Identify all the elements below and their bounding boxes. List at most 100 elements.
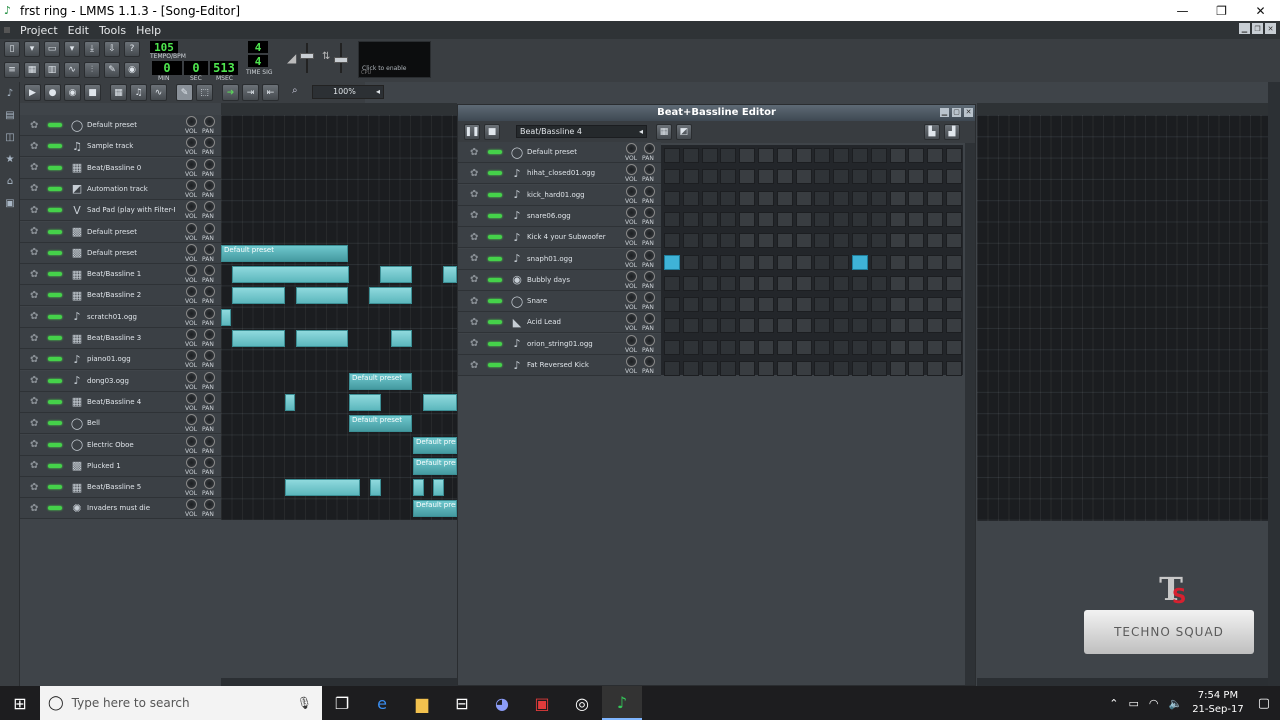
song-track-row[interactable]: ✿ ✺ Invaders must die VOL PAN — [20, 498, 221, 520]
beat-step[interactable] — [889, 254, 906, 270]
beat-step[interactable] — [908, 211, 925, 227]
bb-track-row[interactable]: ✿ ♪ orion_string01.ogg VOL PAN — [458, 333, 661, 355]
gear-icon[interactable]: ✿ — [30, 354, 40, 365]
beat-step[interactable] — [682, 297, 699, 313]
song-track-row[interactable]: ✿ ▦ Beat/Bassline 3 VOL PAN — [20, 328, 221, 349]
discord-icon[interactable]: ◕ — [482, 686, 522, 720]
gear-icon[interactable]: ✿ — [470, 210, 480, 221]
track-name[interactable]: Plucked 1 — [87, 462, 175, 470]
bb-add-track-icon[interactable]: ▦ — [656, 124, 672, 140]
track-name[interactable]: scratch01.ogg — [87, 313, 175, 321]
volume-knob[interactable] — [186, 371, 197, 383]
track-name[interactable]: Sample track — [87, 142, 175, 150]
pattern-clip[interactable] — [232, 287, 285, 305]
beat-step[interactable] — [682, 318, 699, 334]
track-name[interactable]: piano01.ogg — [87, 355, 175, 363]
beat-step[interactable] — [664, 297, 680, 313]
pan-knob[interactable] — [644, 356, 655, 367]
timesig-denominator[interactable]: 4 — [248, 55, 268, 68]
gear-icon[interactable]: ✿ — [30, 375, 40, 386]
mute-toggle[interactable] — [48, 293, 62, 298]
beat-step[interactable] — [776, 169, 793, 185]
bb-track-row[interactable]: ✿ ♪ hihat_closed01.ogg VOL PAN — [458, 163, 661, 185]
pattern-clip[interactable] — [232, 330, 285, 347]
song-horizontal-scrollbar[interactable] — [221, 678, 457, 686]
beat-step[interactable] — [833, 190, 850, 206]
mute-toggle[interactable] — [48, 144, 62, 149]
mute-toggle[interactable] — [48, 165, 62, 170]
volume-knob[interactable] — [186, 435, 197, 447]
song-track-row[interactable]: ✿ ♪ dong03.ogg VOL PAN — [20, 370, 221, 392]
track-name[interactable]: Default preset — [87, 121, 175, 129]
volume-knob[interactable] — [186, 243, 197, 255]
gear-icon[interactable]: ✿ — [470, 189, 480, 200]
bb-track-name[interactable]: Default preset — [527, 148, 623, 156]
volume-knob[interactable] — [626, 206, 637, 218]
beat-step[interactable] — [833, 297, 850, 313]
bb-track-row[interactable]: ✿ ♪ Fat Reversed Kick VOL PAN — [458, 355, 661, 376]
song-track-row[interactable]: ✿ ▦ Beat/Bassline 4 VOL PAN — [20, 391, 221, 413]
beat-step[interactable] — [682, 275, 699, 291]
beat-step[interactable] — [795, 275, 812, 291]
beat-step[interactable] — [758, 233, 774, 249]
beat-step[interactable] — [814, 169, 831, 185]
beat-step[interactable] — [852, 361, 868, 376]
track-name[interactable]: Beat/Bassline 3 — [87, 334, 175, 342]
store-icon[interactable]: ⊟ — [442, 686, 482, 720]
beat-step[interactable] — [664, 233, 680, 249]
red-app-icon[interactable]: ▣ — [522, 686, 562, 720]
bb-stop-icon[interactable]: ■ — [484, 124, 500, 140]
pan-knob[interactable] — [204, 201, 215, 213]
track-name[interactable]: Beat/Bassline 0 — [87, 164, 175, 172]
beat-step[interactable] — [776, 211, 793, 227]
bb-track-name[interactable]: orion_string01.ogg — [527, 340, 623, 348]
track-name[interactable]: Sad Pad (play with Filter-R — [87, 206, 175, 214]
gear-icon[interactable]: ✿ — [30, 162, 40, 173]
taskbar-search-box[interactable]: ◯ Type here to search 🎙 — [40, 686, 322, 720]
beat-step[interactable] — [889, 169, 906, 185]
beat-step[interactable] — [814, 275, 831, 291]
beat-step[interactable] — [908, 297, 925, 313]
file-explorer-icon[interactable]: ▆ — [402, 686, 442, 720]
pan-knob[interactable] — [644, 313, 655, 325]
bb-editor-titlebar[interactable]: Beat+Bassline Editor ▁ ▢ ✕ — [458, 105, 975, 121]
beat-step[interactable] — [701, 361, 718, 376]
menu-tools[interactable]: Tools — [94, 24, 131, 37]
beat-step[interactable] — [682, 339, 699, 355]
lmms-taskbar-icon[interactable]: ♪ — [602, 686, 642, 720]
mute-toggle[interactable] — [488, 213, 502, 218]
track-name[interactable]: Automation track — [87, 185, 175, 193]
track-name[interactable]: Invaders must die — [87, 504, 175, 512]
beat-step[interactable] — [946, 211, 962, 227]
beat-step[interactable] — [908, 339, 925, 355]
beat-step[interactable] — [664, 318, 680, 334]
draw-mode-icon[interactable]: ✎ — [176, 84, 193, 101]
bb-close-button[interactable]: ✕ — [964, 108, 973, 117]
mute-toggle[interactable] — [488, 299, 502, 304]
my-projects-icon[interactable]: ▤ — [3, 108, 17, 122]
bb-track-name[interactable]: kick_hard01.ogg — [527, 191, 623, 199]
play-icon[interactable]: ▶ — [24, 84, 41, 101]
beat-step[interactable] — [720, 211, 737, 227]
beat-step[interactable] — [870, 169, 887, 185]
track-name[interactable]: Beat/Bassline 4 — [87, 398, 175, 406]
beat-step[interactable] — [833, 275, 850, 291]
beat-step[interactable] — [682, 254, 699, 270]
beat-step[interactable] — [664, 254, 680, 270]
mute-toggle[interactable] — [48, 208, 62, 213]
bb-track-name[interactable]: snare06.ogg — [527, 212, 623, 220]
menu-edit[interactable]: Edit — [63, 24, 94, 37]
gear-icon[interactable]: ✿ — [30, 205, 40, 216]
beat-step[interactable] — [908, 254, 925, 270]
pan-knob[interactable] — [204, 116, 215, 127]
windows-start-icon[interactable]: ⊞ — [0, 686, 40, 720]
network-icon[interactable]: ◠ — [1149, 697, 1159, 710]
volume-knob[interactable] — [186, 414, 197, 426]
battery-icon[interactable]: ▭ — [1128, 697, 1138, 710]
mute-toggle[interactable] — [488, 171, 502, 176]
task-view-icon[interactable]: ❐ — [322, 686, 362, 720]
volume-knob[interactable] — [626, 270, 637, 282]
new-from-template-icon[interactable]: ▾ — [24, 41, 40, 57]
beat-step[interactable] — [720, 361, 737, 376]
pattern-clip[interactable] — [391, 330, 412, 347]
